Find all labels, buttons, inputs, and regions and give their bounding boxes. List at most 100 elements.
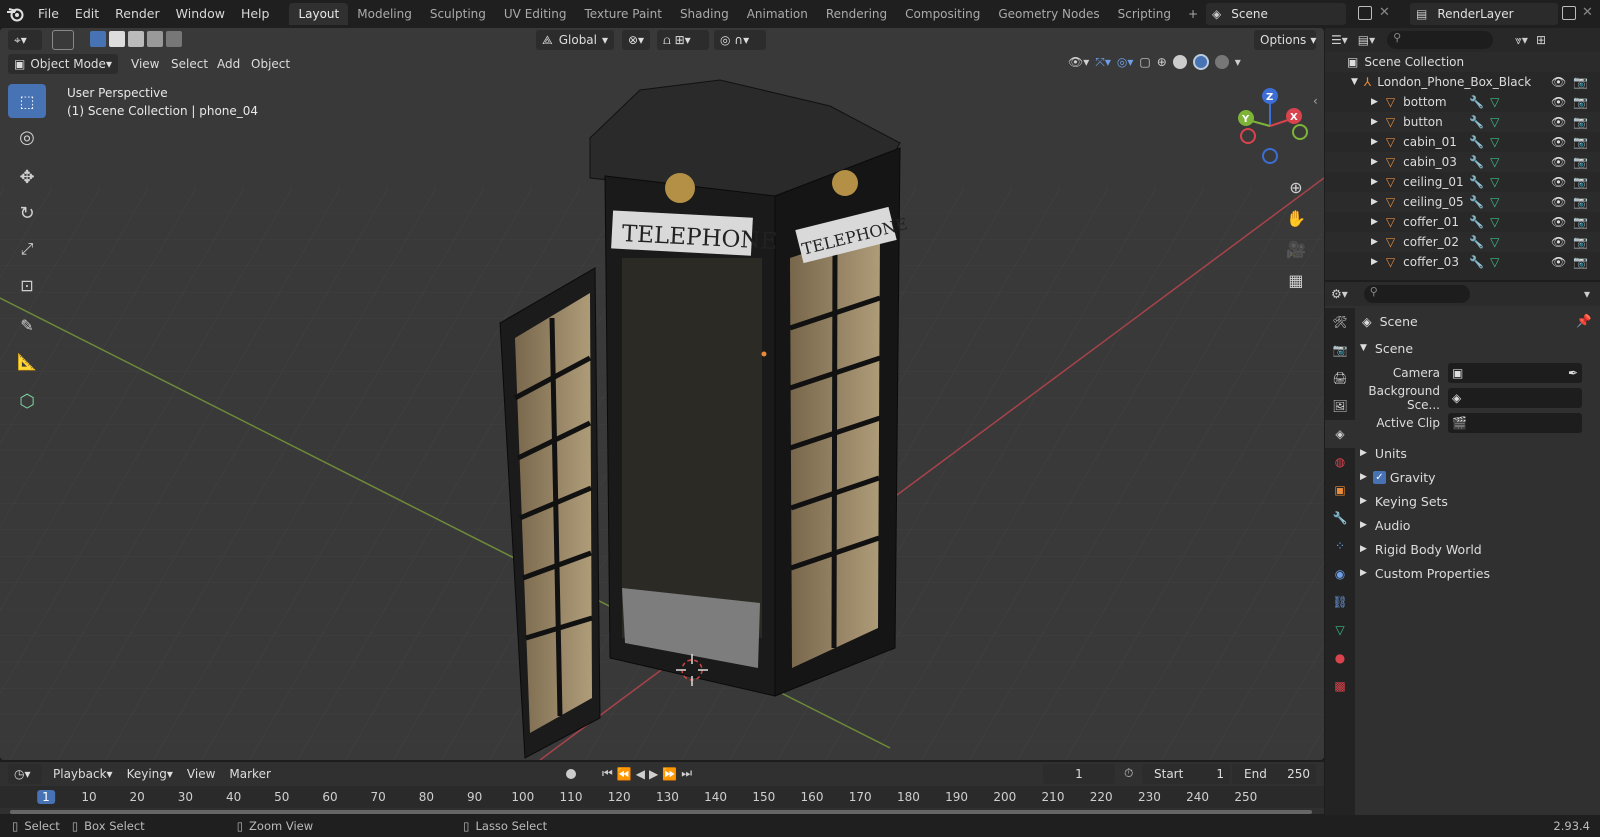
outliner-row-ceiling-05[interactable]: ▶ ▽ ceiling_05 🔧 ▽ 👁 📷	[1325, 192, 1600, 212]
expand-right-icon[interactable]: ▶	[1371, 237, 1378, 247]
play-icon[interactable]: ▶	[649, 767, 658, 781]
rendered-shading-icon[interactable]	[1214, 55, 1229, 69]
viewport-menu-add[interactable]: Add	[210, 54, 247, 74]
outliner-editor-icon[interactable]: ☰▾	[1331, 33, 1348, 47]
units-panel[interactable]: ▶ Units	[1356, 441, 1600, 465]
outliner-row-cabin-01[interactable]: ▶ ▽ cabin_01 🔧 ▽ 👁 📷	[1325, 132, 1600, 152]
viewport-menu-object[interactable]: Object	[244, 54, 297, 74]
play-reverse-icon[interactable]: ◀	[636, 767, 645, 781]
render-camera-icon[interactable]: 📷	[1573, 95, 1588, 109]
tab-texture-paint[interactable]: Texture Paint	[576, 3, 671, 25]
expand-right-icon[interactable]: ▶	[1371, 197, 1378, 207]
scene-panel-header[interactable]: ▼ Scene	[1356, 336, 1600, 360]
properties-editor-icon[interactable]: ⚙▾	[1331, 287, 1348, 301]
options-dropdown[interactable]: Options ▾	[1254, 30, 1316, 50]
mode-subtract-icon[interactable]	[128, 31, 144, 47]
outliner-row-cabin-03[interactable]: ▶ ▽ cabin_03 🔧 ▽ 👁 📷	[1325, 152, 1600, 172]
new-collection-icon[interactable]: ⊞	[1536, 33, 1546, 47]
view-layer-close-icon[interactable]: ✕	[1582, 5, 1593, 20]
tab-tool[interactable]: 🛠	[1325, 308, 1355, 336]
snapping-dropdown[interactable]: ⩍ ⊞▾	[657, 30, 709, 50]
visibility-eye-icon[interactable]: 👁	[1551, 95, 1566, 109]
menu-file[interactable]: File	[30, 0, 67, 28]
tab-physics[interactable]: ◉	[1325, 560, 1355, 588]
tab-data[interactable]: ▽	[1325, 616, 1355, 644]
render-camera-icon[interactable]: 📷	[1573, 195, 1588, 209]
gravity-panel[interactable]: ▶ ✓ Gravity	[1356, 465, 1600, 489]
visibility-eye-icon[interactable]: 👁	[1551, 135, 1566, 149]
tab-render[interactable]: 📷	[1325, 336, 1355, 364]
outliner-row-root[interactable]: ▣ Scene Collection	[1325, 52, 1600, 72]
pivot-point-dropdown[interactable]: ⊗▾	[622, 30, 650, 50]
visibility-eye-icon[interactable]: 👁	[1551, 75, 1566, 89]
timeline-menu-playback[interactable]: Playback ▾	[46, 764, 120, 784]
timeline-menu-marker[interactable]: Marker	[222, 764, 277, 784]
prev-keyframe-icon[interactable]: ⏪	[617, 767, 632, 781]
tab-view-layer[interactable]: 🖼	[1325, 392, 1355, 420]
menu-help[interactable]: Help	[233, 0, 278, 28]
start-frame-field[interactable]: Start 1	[1142, 764, 1230, 784]
blender-logo-icon[interactable]	[0, 0, 30, 28]
tab-modeling[interactable]: Modeling	[348, 3, 421, 25]
tab-modifiers[interactable]: 🔧	[1325, 504, 1355, 532]
pin-icon[interactable]: 📌	[1576, 313, 1592, 329]
render-camera-icon[interactable]: 📷	[1573, 155, 1588, 169]
outliner-row-coffer-01[interactable]: ▶ ▽ coffer_01 🔧 ▽ 👁 📷	[1325, 212, 1600, 232]
next-keyframe-icon[interactable]: ⏩	[662, 767, 677, 781]
outliner-row-coffer-03[interactable]: ▶ ▽ coffer_03 🔧 ▽ 👁 📷	[1325, 252, 1600, 272]
camera-view-icon[interactable]: 🎥	[1286, 240, 1306, 259]
transform-tool[interactable]: ⊡	[8, 268, 46, 302]
tab-geometry-nodes[interactable]: Geometry Nodes	[989, 3, 1108, 25]
tab-scripting[interactable]: Scripting	[1109, 3, 1180, 25]
sidebar-toggle-icon[interactable]: ‹	[1313, 94, 1318, 108]
frame-ruler[interactable]: 1 10 20 30 40 50 60 70 80 90 100 110 120 130 140 150 160…	[0, 786, 1324, 808]
expand-right-icon[interactable]: ▶	[1371, 157, 1378, 167]
scale-tool[interactable]: ⤢	[8, 232, 46, 266]
material-preview-shading-icon[interactable]	[1192, 54, 1209, 70]
visibility-eye-icon[interactable]: 👁	[1551, 255, 1566, 269]
select-box-tool[interactable]: ⬚	[8, 84, 46, 118]
properties-search[interactable]: ⚲	[1363, 285, 1470, 303]
camera-field[interactable]: ▣ ✒	[1448, 362, 1582, 383]
custom-properties-panel[interactable]: ▶ Custom Properties	[1356, 561, 1600, 585]
tab-layout[interactable]: Layout	[289, 3, 349, 25]
mode-extend-icon[interactable]	[109, 31, 125, 47]
gizmo-toggle-icon[interactable]: ⤧▾	[1095, 55, 1111, 70]
timeline-scrollbar[interactable]	[10, 810, 1312, 814]
render-camera-icon[interactable]: 📷	[1573, 175, 1588, 189]
view-layer-selector[interactable]: ▤ RenderLayer	[1410, 3, 1558, 25]
rotate-tool[interactable]: ↻	[8, 196, 46, 230]
move-tool[interactable]: ✥	[8, 160, 46, 194]
expand-right-icon[interactable]: ▶	[1371, 217, 1378, 227]
render-camera-icon[interactable]: 📷	[1573, 235, 1588, 249]
visibility-eye-icon[interactable]: 👁	[1551, 215, 1566, 229]
tab-texture[interactable]: ▩	[1325, 672, 1355, 700]
jump-start-icon[interactable]: ⏮	[602, 766, 613, 781]
render-camera-icon[interactable]: 📷	[1573, 215, 1588, 229]
viewport-menu-view[interactable]: View	[124, 54, 166, 74]
eyedropper-icon[interactable]: ✒	[1568, 366, 1578, 380]
tab-compositing[interactable]: Compositing	[896, 3, 989, 25]
audio-panel[interactable]: ▶ Audio	[1356, 513, 1600, 537]
stopwatch-icon[interactable]: ⏱	[1124, 766, 1133, 781]
annotate-tool[interactable]: ✎	[8, 308, 46, 342]
expand-right-icon[interactable]: ▶	[1371, 137, 1378, 147]
tab-rendering[interactable]: Rendering	[817, 3, 896, 25]
pan-hand-icon[interactable]: ✋	[1286, 209, 1306, 228]
overlay-toggle-icon[interactable]: ◎▾	[1117, 55, 1134, 69]
add-cube-tool[interactable]: ⬡	[8, 384, 46, 418]
scene-copy-icon[interactable]	[1358, 6, 1372, 20]
visibility-eye-icon[interactable]: 👁	[1551, 115, 1566, 129]
mode-set-icon[interactable]	[90, 31, 106, 47]
record-icon[interactable]	[566, 768, 576, 779]
mode-invert-icon[interactable]	[147, 31, 163, 47]
ortho-grid-icon[interactable]: ▦	[1288, 271, 1303, 290]
tab-animation[interactable]: Animation	[738, 3, 817, 25]
transform-orientation-dropdown[interactable]: ⟁ Global ▾	[536, 30, 614, 50]
rigid-body-world-panel[interactable]: ▶ Rigid Body World	[1356, 537, 1600, 561]
scene-selector[interactable]: ◈ Scene	[1206, 3, 1346, 25]
zoom-icon[interactable]: ⊕	[1289, 178, 1302, 197]
expand-right-icon[interactable]: ▶	[1371, 117, 1378, 127]
editor-type-button[interactable]: ⌖▾	[8, 30, 42, 50]
render-camera-icon[interactable]: 📷	[1573, 135, 1588, 149]
